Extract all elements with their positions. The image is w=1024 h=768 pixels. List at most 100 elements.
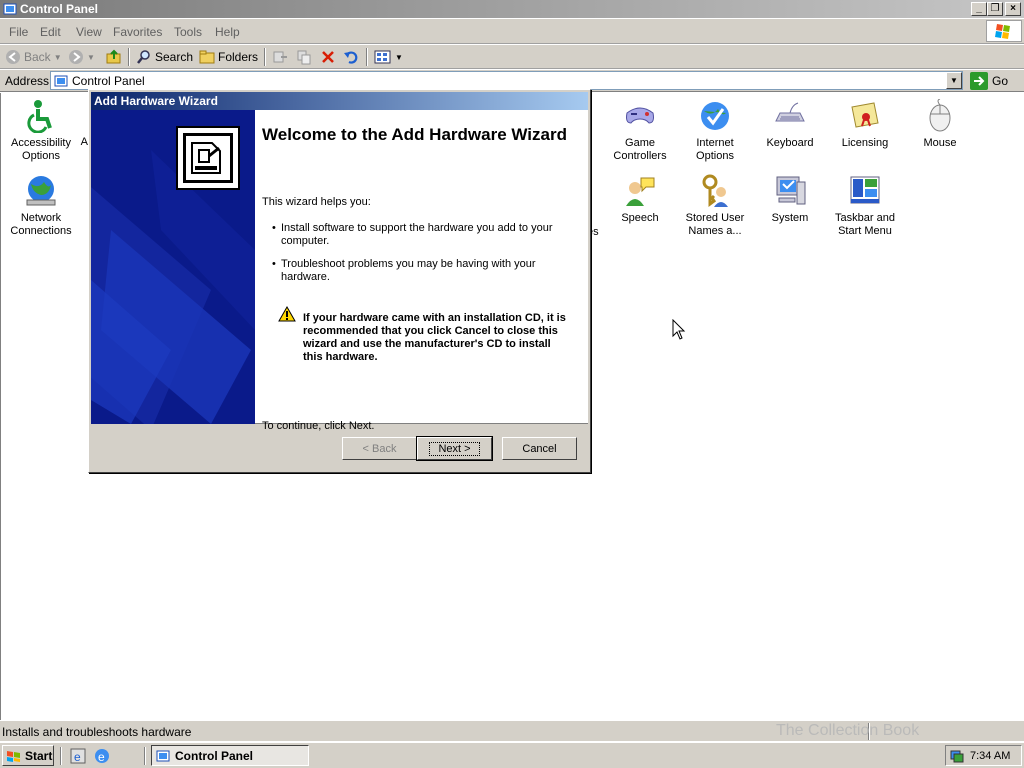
menu-favorites[interactable]: Favorites [113, 25, 162, 39]
restore-button[interactable]: ❐ [987, 2, 1003, 16]
status-divider [868, 723, 870, 740]
item-taskbar-start-menu[interactable]: Taskbar and Start Menu [827, 174, 903, 238]
up-folder-button[interactable] [106, 48, 122, 66]
item-internet-options[interactable]: Internet Options [677, 99, 753, 163]
status-bar: Installs and troubleshoots hardware [0, 720, 1024, 741]
wizard-bullet: Troubleshoot problems you may be having … [272, 258, 561, 284]
clock[interactable]: 7:34 AM [970, 750, 1010, 762]
address-input[interactable]: Control Panel ▼ [50, 71, 963, 90]
item-stored-user-names[interactable]: Stored User Names a... [677, 174, 753, 238]
folders-icon [199, 50, 215, 64]
windows-flag-icon [7, 750, 20, 762]
move-to-icon [273, 51, 287, 63]
back-arrow-icon [6, 50, 20, 64]
wizard-intro: This wizard helps you: [262, 196, 371, 208]
item-label: Internet Options [696, 137, 734, 162]
delete-button[interactable] [320, 48, 336, 66]
forward-button[interactable]: ▼ [68, 48, 95, 66]
quicklaunch-internet-explorer-icon[interactable]: e [94, 748, 110, 767]
move-to-button[interactable] [272, 48, 288, 66]
system-tray: 7:34 AM [945, 745, 1022, 766]
wizard-next-button[interactable]: Next > [416, 436, 493, 461]
item-label: Stored User Names a... [685, 212, 745, 237]
window-title: Control Panel [20, 2, 99, 16]
back-button[interactable]: Back ▼ [5, 48, 62, 66]
undo-icon [344, 51, 358, 64]
go-label: Go [992, 74, 1009, 88]
wizard-titlebar[interactable]: Add Hardware Wizard [91, 92, 588, 110]
item-speech[interactable]: Speech [602, 174, 678, 225]
mouse-pointer-icon [672, 318, 686, 344]
views-button[interactable]: ▼ [374, 48, 403, 66]
copy-to-button[interactable] [296, 48, 312, 66]
toolbar-separator [128, 48, 130, 66]
menu-view[interactable]: View [76, 25, 102, 39]
start-button[interactable]: Start [2, 745, 54, 766]
add-hardware-wizard-dialog: Add Hardware Wizard Welcome to the Add H… [88, 89, 591, 473]
system-computer-icon [776, 176, 806, 205]
undo-button[interactable] [343, 48, 359, 66]
svg-text:e: e [74, 750, 81, 764]
hardware-banner-icon [91, 110, 255, 424]
item-label: Speech [621, 212, 659, 224]
keyboard-icon [775, 102, 805, 122]
item-label: Game Controllers [613, 137, 667, 162]
windows-logo-icon [986, 20, 1022, 42]
network-tray-icon[interactable] [950, 749, 964, 763]
warning-icon [278, 305, 296, 325]
taskbar-button-control-panel[interactable]: Control Panel [151, 745, 309, 766]
wizard-back-button[interactable]: < Back [342, 437, 417, 460]
item-keyboard[interactable]: Keyboard [752, 99, 828, 150]
quicklaunch-explorer-icon[interactable]: e [70, 748, 86, 767]
licensing-certificate-icon [851, 102, 879, 128]
forward-arrow-icon [69, 50, 83, 64]
menu-help[interactable]: Help [215, 25, 240, 39]
back-dropdown-icon[interactable]: ▼ [54, 53, 62, 62]
address-label: Address [5, 74, 50, 88]
wizard-cancel-button[interactable]: Cancel [502, 437, 577, 460]
item-system[interactable]: System [752, 174, 828, 225]
item-label: Taskbar and Start Menu [835, 212, 895, 237]
copy-to-icon [297, 50, 311, 65]
mouse-icon [929, 99, 951, 132]
address-value: Control Panel [72, 74, 145, 88]
close-button[interactable]: × [1005, 2, 1021, 16]
wizard-bullet: Install software to support the hardware… [272, 222, 561, 248]
item-partial-a[interactable]: A [46, 136, 88, 149]
menu-tools[interactable]: Tools [174, 25, 202, 39]
item-label: Licensing [841, 137, 889, 149]
folders-label: Folders [218, 50, 259, 64]
taskbar-separator [144, 747, 146, 765]
item-label: System [771, 212, 809, 224]
item-licensing[interactable]: Licensing [827, 99, 903, 150]
item-accessibility-options[interactable]: Accessibility Options [3, 99, 79, 163]
search-button[interactable]: Search [136, 48, 193, 66]
item-label: Network Connections [10, 212, 72, 237]
search-icon [137, 50, 150, 64]
standard-toolbar: Back ▼ ▼ Search Folders ▼ [0, 45, 1024, 69]
speech-icon [626, 177, 655, 206]
svg-text:e: e [98, 750, 105, 764]
menu-file[interactable]: File [9, 25, 28, 39]
search-label: Search [155, 50, 194, 64]
item-label: A [80, 136, 88, 148]
wizard-heading: Welcome to the Add Hardware Wizard [262, 125, 567, 144]
item-label: Keyboard [766, 137, 814, 149]
start-label: Start [25, 748, 53, 763]
wizard-continue-text: To continue, click Next. [262, 420, 375, 432]
back-label: Back [24, 50, 51, 64]
wizard-warning-text: If your hardware came with an installati… [303, 312, 566, 363]
window-titlebar[interactable]: Control Panel _ ❐ × [0, 0, 1024, 18]
game-controller-icon [626, 107, 654, 124]
item-mouse[interactable]: Mouse [902, 99, 978, 150]
minimize-button[interactable]: _ [971, 2, 987, 16]
menu-edit[interactable]: Edit [40, 25, 61, 39]
taskbar-button-label: Control Panel [175, 748, 254, 763]
item-network-connections[interactable]: Network Connections [3, 174, 79, 238]
folders-button[interactable]: Folders [199, 48, 258, 66]
item-game-controllers[interactable]: Game Controllers [602, 99, 678, 163]
go-button[interactable]: Go [970, 72, 1008, 90]
forward-dropdown-icon[interactable]: ▼ [87, 53, 95, 62]
delete-x-icon [322, 51, 334, 63]
address-dropdown-button[interactable]: ▼ [946, 72, 962, 89]
